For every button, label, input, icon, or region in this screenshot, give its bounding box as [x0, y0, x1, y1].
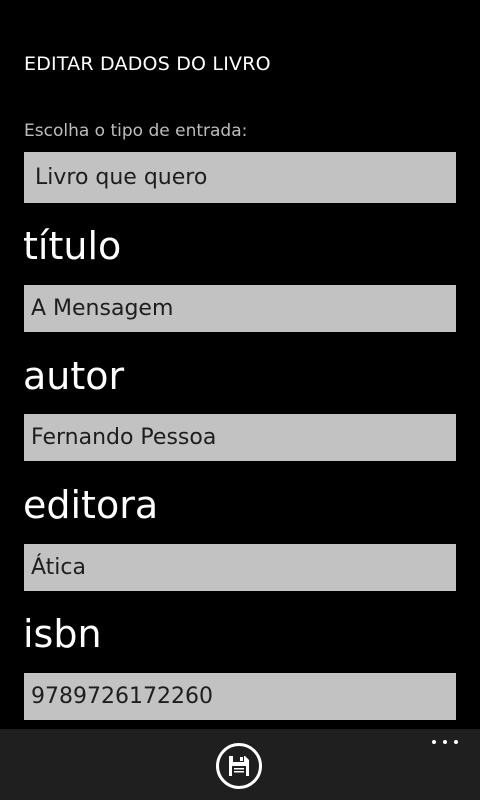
entry-type-label: Escolha o tipo de entrada:	[24, 121, 248, 141]
editora-label: editora	[23, 483, 159, 527]
isbn-label: isbn	[23, 612, 102, 656]
more-icon-dot	[432, 740, 436, 744]
editora-input[interactable]: Ática	[24, 544, 456, 591]
titulo-label: título	[23, 224, 122, 268]
titulo-input[interactable]: A Mensagem	[24, 285, 456, 332]
more-icon-dot	[443, 740, 447, 744]
autor-label: autor	[23, 354, 125, 398]
save-icon	[229, 756, 249, 776]
save-button[interactable]	[216, 743, 262, 789]
app-bar	[0, 729, 480, 800]
more-icon-dot	[454, 740, 458, 744]
page-title: EDITAR DADOS DO LIVRO	[24, 53, 271, 75]
isbn-input[interactable]: 9789726172260	[24, 673, 456, 720]
more-button[interactable]	[430, 735, 460, 749]
autor-input[interactable]: Fernando Pessoa	[24, 414, 456, 461]
entry-type-select[interactable]: Livro que quero	[24, 152, 456, 203]
